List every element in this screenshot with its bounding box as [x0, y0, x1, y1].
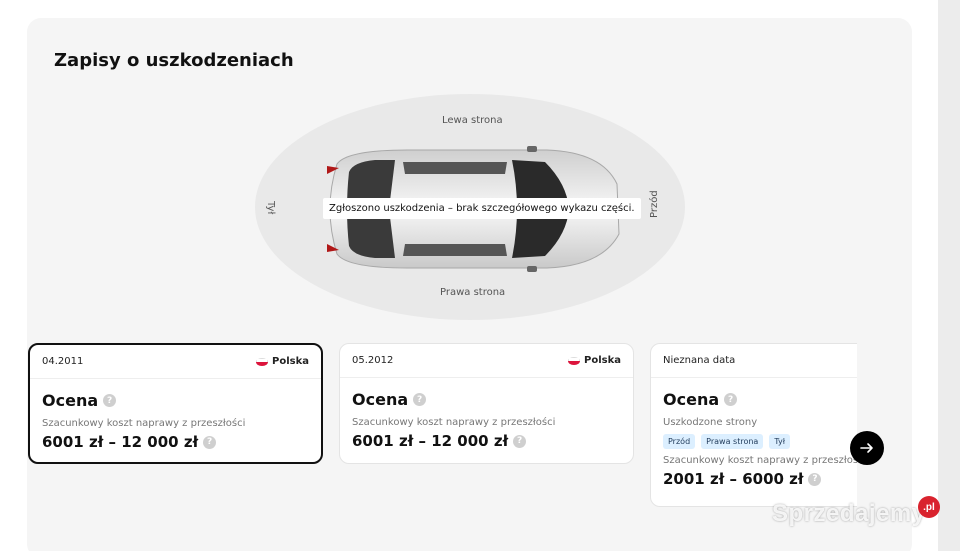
help-icon[interactable]: ? — [808, 472, 822, 486]
damage-note: Zgłoszono uszkodzenia – brak szczegółowe… — [323, 198, 641, 219]
card-date: 05.2012 — [352, 355, 394, 366]
cost-value: 6001 zł – 12 000 zł — [352, 432, 509, 450]
cost-value: 2001 zł – 6000 zł — [663, 470, 804, 488]
poland-flag-icon — [568, 356, 581, 365]
cost-value: 6001 zł – 12 000 zł — [42, 433, 199, 451]
scrollbar-track[interactable] — [938, 0, 960, 551]
help-icon[interactable]: ? — [724, 393, 738, 406]
card-header: 04.2011 Polska — [30, 345, 321, 379]
poland-flag-icon — [256, 357, 269, 366]
cost-row: 6001 zł – 12 000 zł ? — [352, 432, 621, 450]
rating-label: Ocena — [352, 390, 409, 409]
card-country: Polska — [256, 356, 309, 367]
tag-right-side: Prawa strona — [701, 434, 764, 449]
rating-row: Ocena ? — [42, 391, 309, 410]
country-label: Polska — [584, 355, 621, 366]
damage-card[interactable]: 04.2011 Polska Ocena ? Szacunkowy koszt … — [28, 343, 323, 464]
damage-cards-carousel: 04.2011 Polska Ocena ? Szacunkowy koszt … — [28, 343, 885, 513]
next-card-button[interactable] — [850, 431, 884, 465]
card-header: Nieznana data — [651, 344, 885, 378]
help-icon[interactable]: ? — [513, 434, 527, 448]
damage-card[interactable]: Nieznana data Ocena ? Uszkodzone strony … — [650, 343, 885, 507]
card-date: Nieznana data — [663, 355, 736, 366]
rating-label: Ocena — [663, 390, 720, 409]
tag-back: Tył — [769, 434, 790, 449]
carousel-edge — [857, 343, 885, 513]
damaged-sides-label: Uszkodzone strony — [663, 417, 758, 428]
left-side-label: Lewa strona — [442, 115, 503, 126]
watermark-text: Sprzedajemy — [772, 500, 926, 527]
cost-label: Szacunkowy koszt naprawy z przeszłości — [42, 418, 246, 429]
rating-row: Ocena ? — [352, 390, 621, 409]
help-icon[interactable]: ? — [103, 394, 117, 407]
right-side-label: Prawa strona — [440, 287, 506, 298]
arrow-right-icon — [860, 443, 873, 453]
help-icon[interactable]: ? — [413, 393, 427, 406]
cost-label: Szacunkowy koszt naprawy z przeszłości — [352, 417, 556, 428]
watermark-badge: .pl — [918, 496, 940, 518]
help-icon[interactable]: ? — [203, 435, 217, 449]
card-date: 04.2011 — [42, 356, 84, 367]
damage-card[interactable]: 05.2012 Polska Ocena ? Szacunkowy koszt … — [339, 343, 634, 464]
card-country: Polska — [568, 355, 621, 366]
rating-row: Ocena ? — [663, 390, 885, 409]
section-title: Zapisy o uszkodzeniach — [54, 50, 294, 71]
front-label: Przód — [649, 190, 660, 218]
cost-row: 2001 zł – 6000 zł ? — [663, 470, 885, 488]
back-label: Tył — [265, 201, 276, 215]
tag-front: Przód — [663, 434, 696, 449]
country-label: Polska — [272, 356, 309, 367]
card-header: 05.2012 Polska — [340, 344, 633, 378]
rating-label: Ocena — [42, 391, 99, 410]
cost-row: 6001 zł – 12 000 zł ? — [42, 433, 309, 451]
